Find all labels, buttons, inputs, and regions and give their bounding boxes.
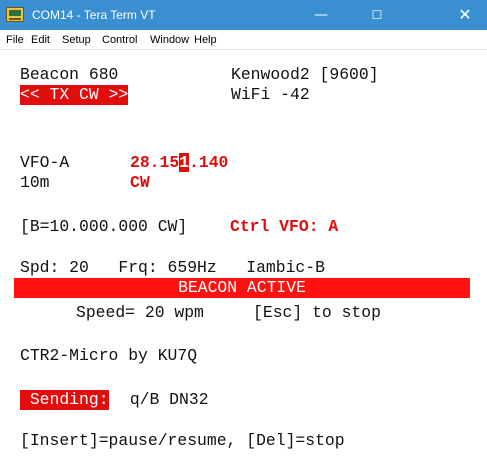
title-bar[interactable]: COM14 - Tera Term VT — ☐ ✕ bbox=[0, 0, 487, 30]
tx-mode-indicator: << TX CW >> bbox=[20, 85, 129, 105]
help-line: [Insert]=pause/resume, [Del]=stop bbox=[20, 431, 345, 450]
beacon-id: Beacon 680 bbox=[20, 65, 119, 84]
freq-cursor-digit: 1 bbox=[179, 153, 190, 172]
terminal-screen[interactable]: Beacon 680 Kenwood2 [9600] << TX CW >> W… bbox=[0, 51, 487, 457]
menu-file[interactable]: File bbox=[6, 30, 24, 50]
sending-text: q/B DN32 bbox=[120, 390, 209, 409]
minimize-button[interactable]: — bbox=[299, 0, 343, 30]
menu-window[interactable]: Window bbox=[150, 30, 189, 50]
freq-part-a: 28.15 bbox=[130, 153, 180, 172]
ctrl-vfo: Ctrl VFO: A bbox=[230, 217, 339, 236]
mode-label: CW bbox=[130, 173, 150, 192]
menu-control[interactable]: Control bbox=[102, 30, 137, 50]
menu-help[interactable]: Help bbox=[194, 30, 217, 50]
menu-edit[interactable]: Edit bbox=[31, 30, 50, 50]
speed-line: Speed= 20 wpm [Esc] to stop bbox=[76, 303, 381, 322]
window-title: COM14 - Tera Term VT bbox=[32, 8, 156, 22]
status-line: Spd: 20 Frq: 659Hz Iambic-B bbox=[20, 258, 325, 277]
vfo-label: VFO-A bbox=[20, 153, 70, 172]
wifi-signal: WiFi -42 bbox=[231, 85, 310, 104]
vfo-frequency: 28.151.140 bbox=[130, 153, 228, 173]
menu-setup[interactable]: Setup bbox=[62, 30, 91, 50]
maximize-button[interactable]: ☐ bbox=[355, 0, 399, 30]
band-label: 10m bbox=[20, 173, 50, 192]
beacon-active-banner: BEACON ACTIVE bbox=[14, 278, 470, 298]
credit-line: CTR2-Micro by KU7Q bbox=[20, 346, 198, 365]
vfo-b-info: [B=10.000.000 CW] bbox=[20, 217, 188, 236]
teraterm-icon[interactable] bbox=[6, 7, 24, 22]
close-button[interactable]: ✕ bbox=[443, 0, 487, 30]
freq-part-b: .140 bbox=[189, 153, 229, 172]
sending-label: Sending: bbox=[20, 390, 109, 410]
menu-bar: File Edit Setup Control Window Help bbox=[0, 30, 487, 50]
radio-info: Kenwood2 [9600] bbox=[231, 65, 379, 84]
